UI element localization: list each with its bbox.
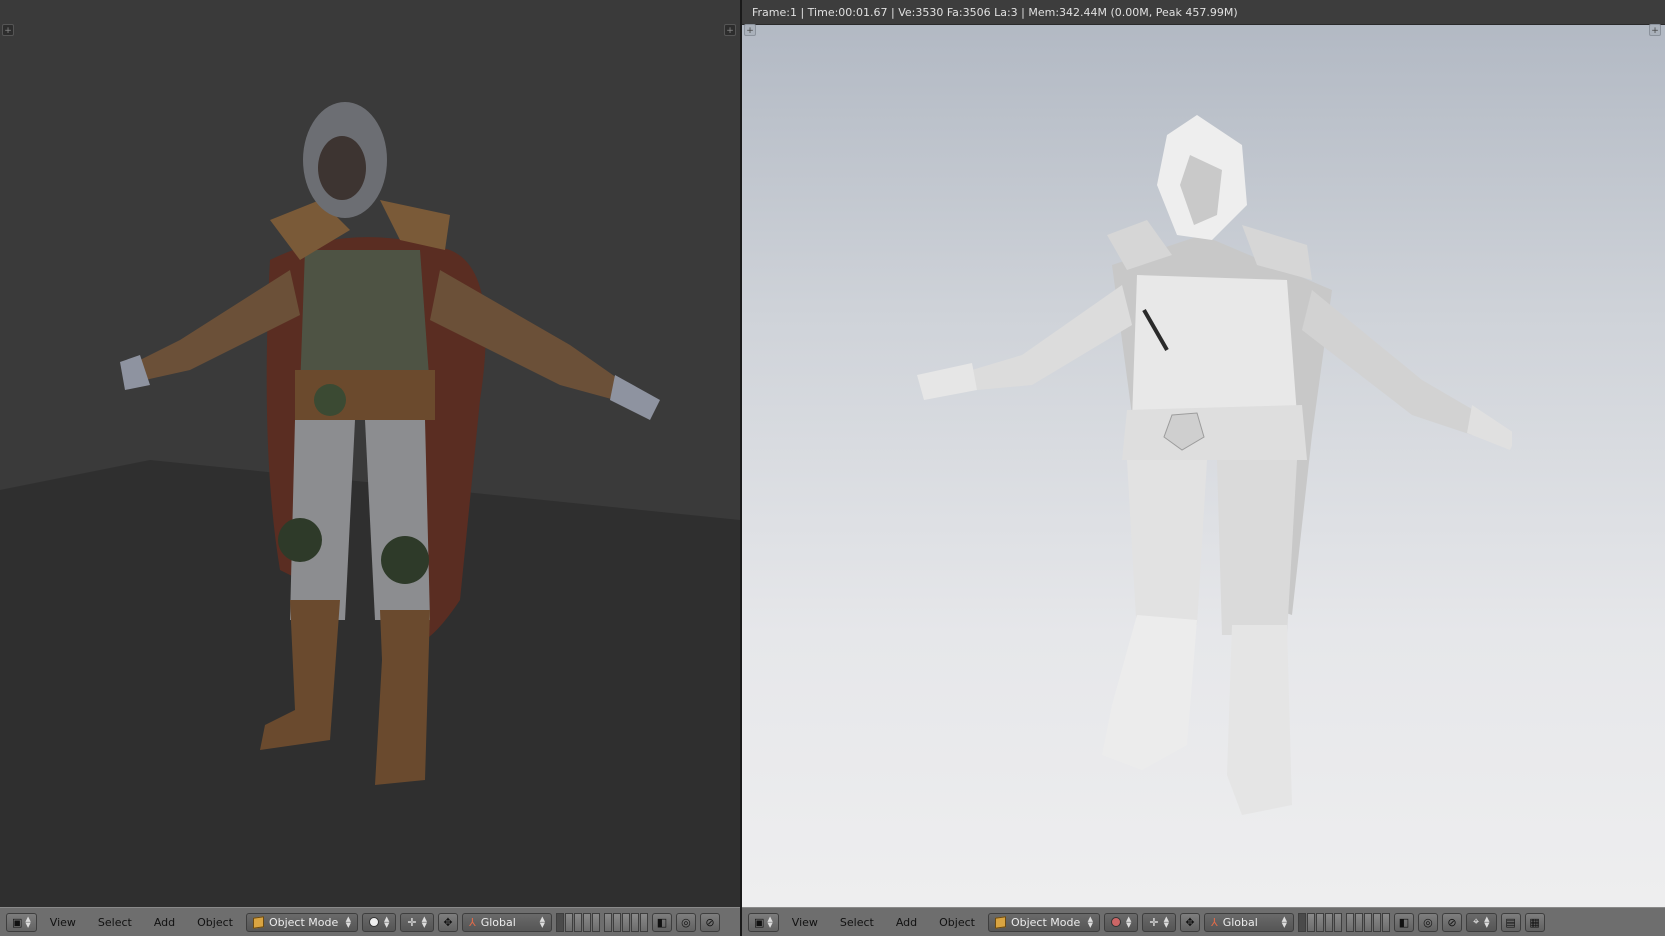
orientation-label: Global (480, 915, 516, 929)
pivot-dropdown[interactable]: ✛ ▲ ▼ (400, 912, 434, 932)
lock-layers-button[interactable]: ◧ (1393, 912, 1414, 932)
blender-window: + + Frame:1 | Time:00:01.67 | Ve:3530 Fa… (0, 0, 1665, 936)
menu-add[interactable]: Add (887, 916, 926, 929)
menu-add[interactable]: Add (145, 916, 184, 929)
solid-sphere-icon (368, 917, 379, 927)
manipulator-toggle[interactable]: ✥ (1179, 912, 1200, 932)
viewport-right[interactable]: Frame:1 | Time:00:01.67 | Ve:3530 Fa:350… (742, 0, 1665, 907)
orientation-dropdown[interactable]: ⅄ Global ▲ ▼ (461, 912, 552, 932)
corner-widget-icon[interactable]: + (2, 24, 14, 36)
corner-widget-icon[interactable]: + (1649, 24, 1661, 36)
manipulator-icon: ✥ (443, 915, 453, 929)
lowpoly-character-model[interactable] (912, 115, 1512, 865)
lock-icon: ◧ (1398, 915, 1410, 929)
mode-dropdown[interactable]: Object Mode ▲ ▼ (987, 912, 1100, 932)
menu-select[interactable]: Select (89, 916, 141, 929)
viewport-header-right: ▣ ▲ ▼ View Select Add Object Object Mode ▲… (742, 907, 1665, 936)
snap-button[interactable]: ⊘ (699, 912, 720, 932)
transform-axis-icon: ⅄ (468, 915, 476, 929)
viewport-info-bar: Frame:1 | Time:00:01.67 | Ve:3530 Fa:350… (742, 0, 1665, 25)
snap-target-icon: ⌖ (1472, 915, 1480, 928)
pivot-icon: ✛ (407, 915, 417, 929)
viewport-left[interactable]: + + (0, 0, 740, 907)
menu-object[interactable]: Object (930, 916, 984, 929)
render-still-button[interactable]: ▤ (1500, 912, 1521, 932)
corner-widget-icon[interactable]: + (744, 24, 756, 36)
proportional-icon: ◎ (681, 915, 691, 929)
menu-select[interactable]: Select (831, 916, 883, 929)
layer-buttons-a[interactable] (1297, 912, 1342, 932)
lock-icon: ◧ (656, 915, 668, 929)
viewport-icon: ▣ (754, 915, 765, 929)
textured-character-model[interactable] (120, 100, 700, 840)
proportional-edit-button[interactable]: ◎ (675, 912, 696, 932)
shading-dropdown[interactable]: ▲ ▼ (361, 912, 397, 932)
corner-widget-icon[interactable]: + (724, 24, 736, 36)
pivot-icon: ✛ (1149, 915, 1159, 929)
shading-dropdown[interactable]: ▲ ▼ (1103, 912, 1139, 932)
render-icon: ▤ (1505, 915, 1516, 929)
manipulator-icon: ✥ (1185, 915, 1195, 929)
layer-buttons-b[interactable] (603, 912, 648, 932)
snap-icon: ⊘ (705, 915, 715, 929)
pivot-dropdown[interactable]: ✛ ▲ ▼ (1142, 912, 1176, 932)
editor-type-button[interactable]: ▣ ▲ ▼ (6, 912, 37, 932)
snap-button[interactable]: ⊘ (1441, 912, 1462, 932)
proportional-edit-button[interactable]: ◎ (1417, 912, 1438, 932)
viewport-header-left: ▣ ▲ ▼ View Select Add Object Object Mode ▲… (0, 907, 740, 936)
render-animation-button[interactable]: ▦ (1524, 912, 1545, 932)
layer-buttons-a[interactable] (555, 912, 600, 932)
orientation-label: Global (1222, 915, 1258, 929)
editor-type-button[interactable]: ▣ ▲ ▼ (748, 912, 779, 932)
mode-label: Object Mode (1010, 915, 1081, 929)
menu-view[interactable]: View (41, 916, 85, 929)
solid-sphere-icon (1110, 917, 1121, 927)
viewport-icon: ▣ (12, 915, 23, 929)
manipulator-toggle[interactable]: ✥ (437, 912, 458, 932)
menu-view[interactable]: View (783, 916, 827, 929)
layer-buttons-b[interactable] (1345, 912, 1390, 932)
transform-axis-icon: ⅄ (1210, 915, 1218, 929)
mode-dropdown[interactable]: Object Mode ▲ ▼ (245, 912, 358, 932)
snap-icon: ⊘ (1447, 915, 1457, 929)
mode-label: Object Mode (268, 915, 339, 929)
snap-target-dropdown[interactable]: ⌖ ▲ ▼ (1465, 912, 1497, 932)
object-mode-icon (252, 915, 264, 929)
orientation-dropdown[interactable]: ⅄ Global ▲ ▼ (1203, 912, 1294, 932)
menu-object[interactable]: Object (188, 916, 242, 929)
clapper-icon: ▦ (1529, 915, 1540, 929)
lock-layers-button[interactable]: ◧ (651, 912, 672, 932)
object-mode-icon (994, 915, 1006, 929)
proportional-icon: ◎ (1423, 915, 1433, 929)
